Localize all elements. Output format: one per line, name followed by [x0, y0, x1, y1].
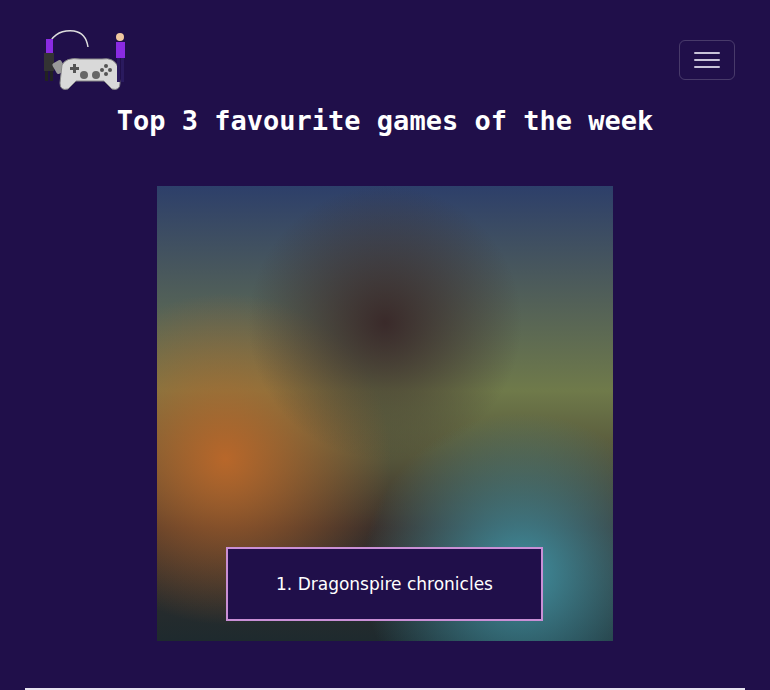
hamburger-icon	[692, 49, 722, 71]
carousel[interactable]: 1. Dragonspire chronicles	[157, 186, 613, 641]
divider	[25, 688, 745, 690]
gamepad-logo-icon[interactable]	[40, 25, 130, 95]
header	[0, 0, 770, 95]
page: Top 3 favourite games of the week 1. Dra…	[0, 0, 770, 690]
page-title: Top 3 favourite games of the week	[117, 103, 653, 139]
menu-button[interactable]	[679, 40, 735, 80]
slide-caption: 1. Dragonspire chronicles	[226, 547, 543, 621]
